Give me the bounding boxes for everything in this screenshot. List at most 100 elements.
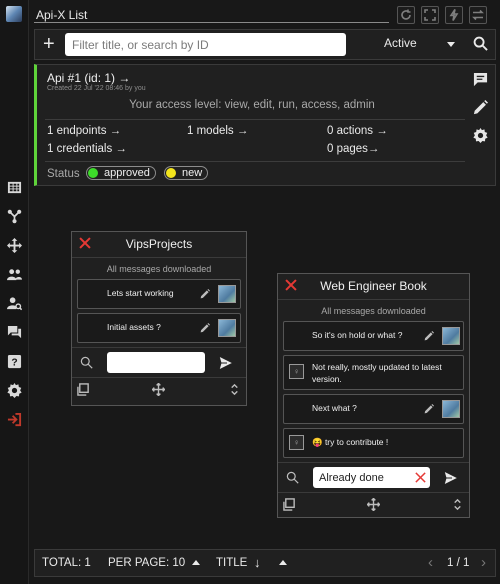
edit-icon[interactable] — [200, 288, 210, 299]
chat-header[interactable]: VipsProjects — [72, 232, 246, 258]
chat-title: Web Engineer Book — [320, 279, 427, 293]
svg-text:?: ? — [11, 358, 17, 369]
total-count: TOTAL: 1 — [42, 557, 91, 569]
chat-message: ♀ 😝 try to contribute ! — [283, 428, 464, 458]
message-text: So it's on hold or what ? — [312, 330, 403, 340]
user-avatar — [442, 400, 460, 418]
logout-icon[interactable] — [6, 411, 23, 428]
user-avatar — [218, 319, 236, 337]
per-page-select[interactable]: PER PAGE: 10 — [108, 557, 185, 569]
fullscreen-button[interactable] — [421, 6, 439, 24]
expand-icon[interactable] — [451, 498, 465, 512]
clear-icon[interactable] — [414, 471, 428, 485]
settings-icon[interactable] — [473, 128, 489, 144]
status-badge-new[interactable]: new — [164, 166, 209, 180]
endpoints-link[interactable]: 1 endpoints → — [47, 125, 121, 137]
message-text: version. — [312, 374, 342, 384]
expand-icon[interactable] — [228, 383, 242, 397]
api-card: Api #1 (id: 1) → Created 22 Jul '22 08:4… — [34, 64, 496, 186]
message-text: Lets start working — [107, 288, 174, 298]
move-icon[interactable] — [366, 497, 381, 512]
divider — [45, 161, 465, 162]
move-icon[interactable] — [151, 382, 166, 397]
app-logo-icon[interactable] — [6, 6, 22, 22]
edit-icon[interactable] — [424, 403, 434, 414]
swap-icon — [472, 9, 484, 21]
chat-message: So it's on hold or what ? — [283, 321, 464, 351]
edit-icon[interactable] — [473, 100, 489, 116]
models-link[interactable]: 1 models → — [187, 125, 248, 137]
pages-link[interactable]: 0 pages→ — [327, 143, 379, 155]
help-icon[interactable]: ? — [6, 353, 23, 370]
add-icon[interactable]: + — [43, 34, 55, 54]
user-search-icon[interactable] — [6, 295, 23, 312]
chat-message: Lets start working — [77, 279, 241, 309]
chat-message: Next what ? — [283, 394, 464, 424]
filter-bar: + Active — [34, 29, 496, 60]
chat-status: All messages downloaded — [106, 264, 212, 274]
users-icon[interactable] — [6, 266, 23, 283]
status-dot-icon — [166, 168, 176, 178]
chat-compose — [72, 347, 246, 377]
actions-link[interactable]: 0 actions → — [327, 125, 388, 137]
flash-icon — [449, 9, 459, 21]
flash-button[interactable] — [445, 6, 463, 24]
fullscreen-icon — [424, 9, 436, 21]
chat-title: VipsProjects — [125, 237, 193, 251]
chevron-down-icon[interactable] — [447, 42, 455, 47]
move-icon[interactable] — [6, 237, 23, 254]
hierarchy-icon[interactable] — [6, 208, 23, 225]
prev-page-icon[interactable]: ‹ — [428, 554, 433, 571]
chat-window-web-engineer-book[interactable]: Web Engineer Book All messages downloade… — [277, 273, 470, 518]
chat-header[interactable]: Web Engineer Book — [278, 274, 469, 300]
comments-icon[interactable] — [473, 72, 489, 88]
message-input[interactable] — [107, 352, 205, 373]
message-text: Next what ? — [312, 403, 357, 413]
badge-label: new — [182, 167, 203, 179]
sort-field[interactable]: TITLE — [216, 557, 247, 569]
chat-footer — [278, 492, 469, 516]
status-label: Status — [47, 168, 80, 180]
divider — [45, 119, 465, 120]
credentials-link[interactable]: 1 credentials → — [47, 143, 127, 155]
api-created: Created 22 Jul '22 08:46 by you — [47, 85, 146, 92]
minimize-icon[interactable] — [77, 383, 91, 397]
page-indicator: 1 / 1 — [447, 557, 470, 569]
table-icon[interactable] — [6, 179, 23, 196]
access-level: Your access level: view, edit, run, acce… — [129, 99, 375, 111]
message-text: 😝 try to contribute ! — [312, 437, 389, 447]
status-select[interactable]: Active — [384, 36, 417, 50]
other-user-avatar: ♀ — [289, 364, 304, 379]
search-icon[interactable] — [286, 471, 300, 485]
refresh-icon — [401, 9, 411, 20]
filter-input[interactable] — [65, 33, 346, 56]
search-icon[interactable] — [80, 356, 94, 370]
status-dot-icon — [88, 168, 98, 178]
pagination-bar: TOTAL: 1 PER PAGE: 10 TITLE ↓ ‹ 1 / 1 › — [34, 549, 496, 577]
chat-icon[interactable] — [6, 324, 23, 341]
chat-message: Initial assets ? — [77, 313, 241, 343]
send-icon[interactable] — [443, 470, 460, 486]
status-badge-approved[interactable]: approved — [86, 166, 156, 180]
sort-direction-icon[interactable]: ↓ — [254, 555, 261, 570]
title-underline — [34, 22, 389, 23]
next-page-icon[interactable]: › — [481, 554, 486, 571]
settings-icon[interactable] — [6, 382, 23, 399]
api-title-link[interactable]: Api #1 (id: 1) → — [47, 71, 130, 85]
message-input[interactable] — [313, 467, 430, 488]
edit-icon[interactable] — [424, 330, 434, 341]
sort-up-icon[interactable] — [279, 560, 287, 565]
message-text: Initial assets ? — [107, 322, 161, 332]
swap-button[interactable] — [469, 6, 487, 24]
page-title: Api-X List — [36, 8, 88, 22]
refresh-button[interactable] — [397, 6, 415, 24]
chat-status: All messages downloaded — [321, 306, 426, 316]
send-icon[interactable] — [218, 355, 235, 371]
minimize-icon[interactable] — [283, 498, 297, 512]
edit-icon[interactable] — [200, 322, 210, 333]
chat-window-vipsprojects[interactable]: VipsProjects All messages downloaded Let… — [71, 231, 247, 406]
other-user-avatar: ♀ — [289, 435, 304, 450]
per-page-up-icon[interactable] — [192, 560, 200, 565]
search-icon[interactable] — [473, 36, 488, 54]
chat-footer — [72, 377, 246, 401]
